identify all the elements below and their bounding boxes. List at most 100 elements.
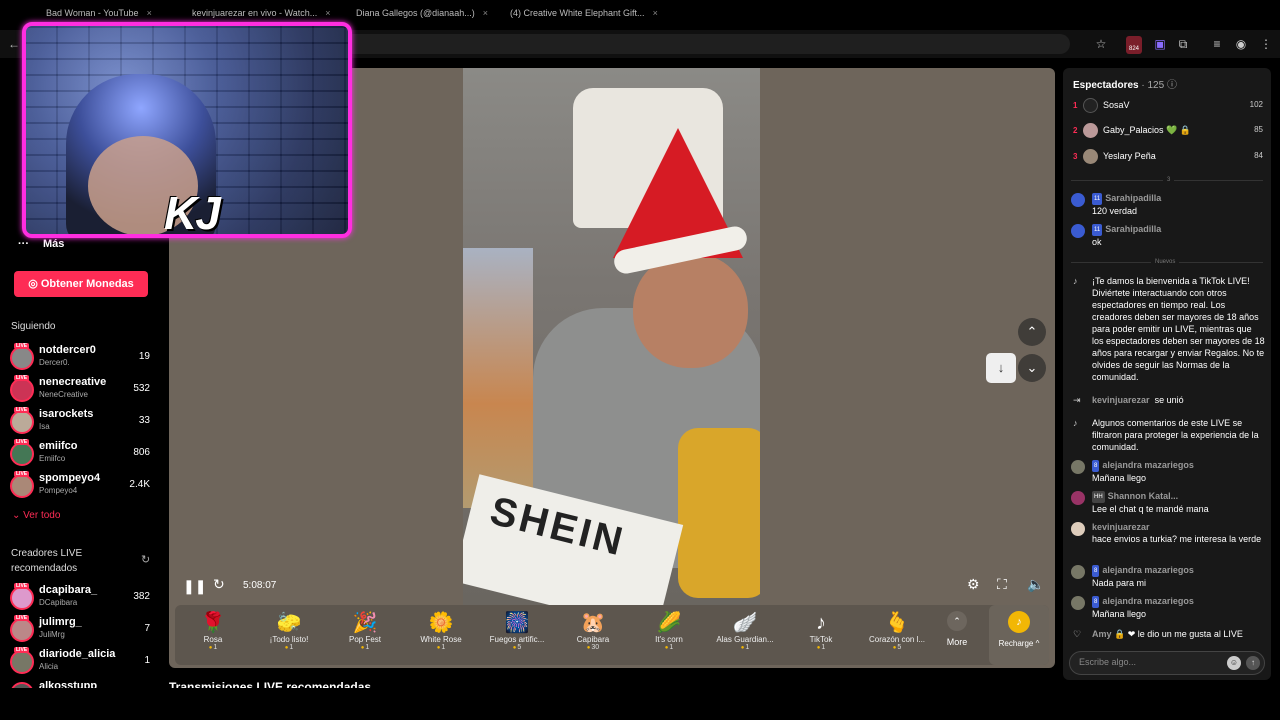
- close-icon[interactable]: ×: [147, 8, 152, 18]
- more-gifts-button[interactable]: ⌃ More: [939, 611, 975, 647]
- gift-item[interactable]: 🐹Capibara30: [555, 611, 631, 651]
- close-icon[interactable]: ×: [325, 8, 330, 18]
- gift-item[interactable]: 🪽Alas Guardian...1: [707, 611, 783, 651]
- extension-badge[interactable]: 824: [1126, 36, 1142, 54]
- avatar: LIVE: [10, 343, 34, 370]
- recommended-live-title: Transmisiones LIVE recomendadas: [169, 680, 372, 688]
- following-item[interactable]: LIVE emiifco Emiifco 806: [10, 439, 155, 468]
- video-person-face: [633, 253, 748, 368]
- extensions-puzzle-icon[interactable]: ⧉: [1175, 36, 1191, 52]
- video-boxes: [463, 248, 533, 508]
- emoji-icon[interactable]: ☺: [1227, 656, 1241, 670]
- gift-item[interactable]: 🌼White Rose1: [403, 611, 479, 651]
- extension-icon[interactable]: ▣: [1152, 36, 1168, 52]
- profile-icon[interactable]: ◉: [1233, 36, 1249, 52]
- following-item[interactable]: LIVE notdercer0 Dercer0. 19: [10, 343, 155, 372]
- coin-icon: ♪: [1008, 611, 1030, 633]
- heart-hand-icon: 🫰: [884, 612, 910, 634]
- video-bag: [678, 428, 760, 598]
- recommended-item[interactable]: alkosstupp: [10, 680, 155, 688]
- get-coins-button[interactable]: ◎ Obtener Monedas: [14, 271, 148, 297]
- avatar: [1071, 193, 1085, 207]
- gift-item[interactable]: 🎆Fuegos artific...5: [479, 611, 555, 651]
- back-arrow-icon[interactable]: ←: [8, 37, 20, 51]
- chat-message[interactable]: HH Shannon Katal... Lee el chat q te mandé…: [1071, 490, 1265, 515]
- settings-gear-icon[interactable]: ⚙: [967, 576, 980, 593]
- live-video[interactable]: SHEIN: [463, 68, 760, 605]
- avatar: [1071, 565, 1085, 579]
- avatar: LIVE: [10, 583, 34, 610]
- fullscreen-icon[interactable]: ⛶: [997, 576, 1007, 593]
- following-item[interactable]: LIVE isarockets Isa 33: [10, 407, 155, 436]
- recommended-item[interactable]: LIVE julimrg_ JuliMrg 7: [10, 615, 155, 644]
- download-button[interactable]: ↓: [986, 353, 1016, 383]
- chat-message[interactable]: 8 alejandra mazariegos Nada para mi: [1071, 564, 1265, 589]
- webcam-initials: KJ: [164, 187, 221, 238]
- chevron-up-icon: ⌃: [1026, 324, 1038, 339]
- previous-live-button[interactable]: ⌃: [1018, 318, 1046, 346]
- chat-message[interactable]: 8 alejandra mazariegos Mañana llego: [1071, 459, 1265, 484]
- enter-icon: ⇥: [1073, 395, 1081, 405]
- avatar: [1083, 98, 1098, 113]
- gift-item[interactable]: 🧽¡Todo listo!1: [251, 611, 327, 651]
- see-all-link[interactable]: ⌄ Ver todo: [12, 510, 60, 521]
- wings-icon: 🪽: [732, 612, 758, 634]
- gift-bar: 🌹Rosa1 🧽¡Todo listo!1 🎉Pop Fest1 🌼White …: [175, 605, 1049, 665]
- system-message: ♪ Algunos comentarios de este LIVE se fi…: [1073, 418, 1259, 452]
- avatar: [1071, 596, 1085, 610]
- chat-message[interactable]: 11 Sarahipadilla ok: [1071, 223, 1265, 248]
- fireworks-icon: 🎆: [504, 612, 530, 634]
- chat-input-placeholder: Escribe algo...: [1079, 657, 1137, 667]
- gift-item[interactable]: 🫰Corazón con l...5: [859, 611, 935, 651]
- tiktok-icon: ♪: [1073, 418, 1078, 428]
- pause-icon[interactable]: ❚❚: [183, 578, 206, 595]
- gift-item[interactable]: 🌹Rosa1: [175, 611, 251, 651]
- avatar: [1083, 123, 1098, 138]
- avatar: [1071, 522, 1085, 536]
- reload-icon[interactable]: ↻: [213, 576, 225, 593]
- gift-item[interactable]: 🌽It's corn1: [631, 611, 707, 651]
- chat-panel: Espectadores · 125 ⓘ 1 SosaV 102 2 Gaby_P…: [1063, 68, 1271, 680]
- gift-item[interactable]: 🎉Pop Fest1: [327, 611, 403, 651]
- viewers-header[interactable]: Espectadores · 125 ⓘ: [1073, 76, 1177, 91]
- info-icon[interactable]: ⓘ: [1167, 80, 1177, 91]
- top-viewer[interactable]: 1 SosaV 102: [1073, 97, 1263, 115]
- send-icon[interactable]: ↑: [1246, 656, 1260, 670]
- chevron-down-icon: ⌄: [1026, 360, 1038, 375]
- avatar: [10, 682, 34, 688]
- close-icon[interactable]: ×: [653, 8, 658, 18]
- recommended-item[interactable]: LIVE dcapibara_ DCapibara 382: [10, 583, 155, 612]
- download-arrow-icon: ↓: [997, 360, 1005, 375]
- avatar: [1071, 224, 1085, 238]
- bookmark-star-icon[interactable]: ☆: [1093, 36, 1109, 52]
- like-message: ♡ Amy 🔒 ❤ le dio un me gusta al LIVE: [1073, 629, 1243, 639]
- refresh-icon[interactable]: ↻: [141, 553, 150, 566]
- recharge-button[interactable]: ♪ Recharge ^: [989, 605, 1049, 665]
- join-message: ⇥ kevinjuarezar se unió: [1073, 395, 1184, 405]
- avatar: LIVE: [10, 407, 34, 434]
- media-control-icon[interactable]: ≡: [1209, 36, 1225, 52]
- menu-kebab-icon[interactable]: ⋮: [1258, 36, 1274, 52]
- avatar: LIVE: [10, 647, 34, 674]
- chat-message[interactable]: 8 alejandra mazariegos Mañana llego: [1071, 595, 1265, 620]
- browser-tab-active[interactable]: (4) Creative White Elephant Gift... ×: [510, 8, 670, 26]
- recommended-item[interactable]: LIVE diariode_alicia Alicia 1: [10, 647, 155, 676]
- avatar: LIVE: [10, 375, 34, 402]
- following-item[interactable]: LIVE nenecreative NeneCreative 532: [10, 375, 155, 404]
- volume-icon[interactable]: 🔈: [1027, 576, 1044, 593]
- webcam-overlay: KJ: [22, 22, 352, 238]
- top-viewer[interactable]: 3 Yeslary Peña 84: [1073, 148, 1263, 166]
- more-menu[interactable]: ··· Más: [18, 238, 64, 250]
- top-viewer[interactable]: 2 Gaby_Palacios 💚 🔒 85: [1073, 122, 1263, 140]
- system-message: ♪ ¡Te damos la bienvenida a TikTok LIVE!…: [1073, 276, 1265, 382]
- gift-item[interactable]: ♪TikTok1: [783, 611, 859, 651]
- close-icon[interactable]: ×: [483, 8, 488, 18]
- tiktok-icon: ♪: [1073, 276, 1078, 286]
- following-item[interactable]: LIVE spompeyo4 Pompeyo4 2.4K: [10, 471, 155, 500]
- next-live-button[interactable]: ⌄: [1018, 354, 1046, 382]
- avatar: [1083, 149, 1098, 164]
- chat-message[interactable]: 11 Sarahipadilla 120 verdad: [1071, 192, 1265, 217]
- browser-tab[interactable]: Diana Gallegos (@dianaah...) ×: [356, 8, 496, 26]
- chat-message[interactable]: kevinjuarezar hace envios a turkia? me in…: [1071, 521, 1265, 545]
- tiktok-icon: ♪: [816, 612, 826, 634]
